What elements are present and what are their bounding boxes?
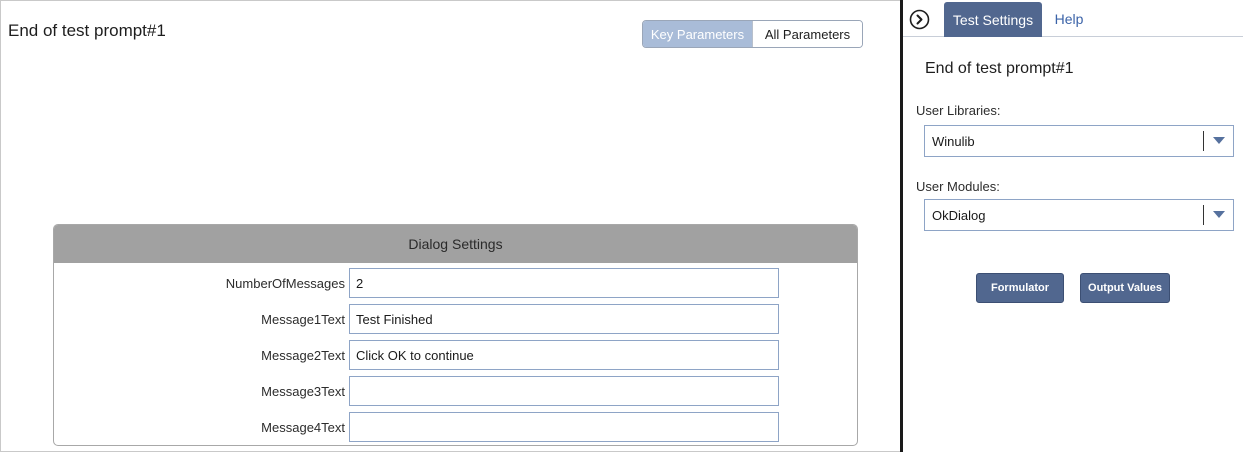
chevron-right-circle-icon[interactable] — [909, 9, 930, 30]
message4-text-label: Message4Text — [261, 419, 345, 435]
select-separator — [1203, 131, 1204, 151]
user-libraries-label: User Libraries: — [916, 103, 1001, 118]
user-modules-label: User Modules: — [916, 179, 1000, 194]
settings-sidebar: Test Settings Help End of test prompt#1 … — [903, 0, 1243, 452]
number-of-messages-label: NumberOfMessages — [225, 275, 345, 291]
output-values-button[interactable]: Output Values — [1080, 273, 1170, 303]
message1-text-label: Message1Text — [261, 311, 345, 327]
all-parameters-button[interactable]: All Parameters — [752, 21, 862, 47]
dialog-settings-header: Dialog Settings — [54, 225, 857, 263]
number-of-messages-input[interactable] — [349, 268, 779, 298]
form-row-message1: Message1Text — [54, 304, 857, 334]
select-separator — [1203, 205, 1204, 225]
user-libraries-value: Winulib — [932, 133, 975, 149]
formulator-button[interactable]: Formulator — [976, 273, 1064, 303]
parameter-view-toggle: Key Parameters All Parameters — [642, 20, 863, 48]
message3-text-label: Message3Text — [261, 383, 345, 399]
chevron-down-icon[interactable] — [1213, 211, 1225, 218]
form-row-number-of-messages: NumberOfMessages — [54, 268, 857, 298]
dialog-settings-panel: Dialog Settings NumberOfMessages Message… — [53, 224, 858, 446]
message3-text-input[interactable] — [349, 376, 779, 406]
user-modules-value: OkDialog — [932, 207, 986, 223]
message2-text-label: Message2Text — [261, 347, 345, 363]
key-parameters-button[interactable]: Key Parameters — [643, 21, 752, 47]
form-row-message4: Message4Text — [54, 412, 857, 442]
message1-text-input[interactable] — [349, 304, 779, 334]
message2-text-input[interactable] — [349, 340, 779, 370]
message4-text-input[interactable] — [349, 412, 779, 442]
tab-test-settings[interactable]: Test Settings — [944, 2, 1042, 37]
main-panel: End of test prompt#1 Key Parameters All … — [0, 0, 900, 452]
tab-help[interactable]: Help — [1049, 4, 1089, 34]
app-window: End of test prompt#1 Key Parameters All … — [0, 0, 1243, 452]
sidebar-tab-bar: Test Settings Help — [903, 0, 1243, 37]
form-row-message3: Message3Text — [54, 376, 857, 406]
user-modules-select[interactable]: OkDialog — [924, 199, 1234, 231]
page-title: End of test prompt#1 — [8, 21, 166, 40]
chevron-down-icon[interactable] — [1213, 137, 1225, 144]
user-libraries-select[interactable]: Winulib — [924, 125, 1234, 157]
sidebar-title: End of test prompt#1 — [925, 60, 1074, 77]
form-row-message2: Message2Text — [54, 340, 857, 370]
